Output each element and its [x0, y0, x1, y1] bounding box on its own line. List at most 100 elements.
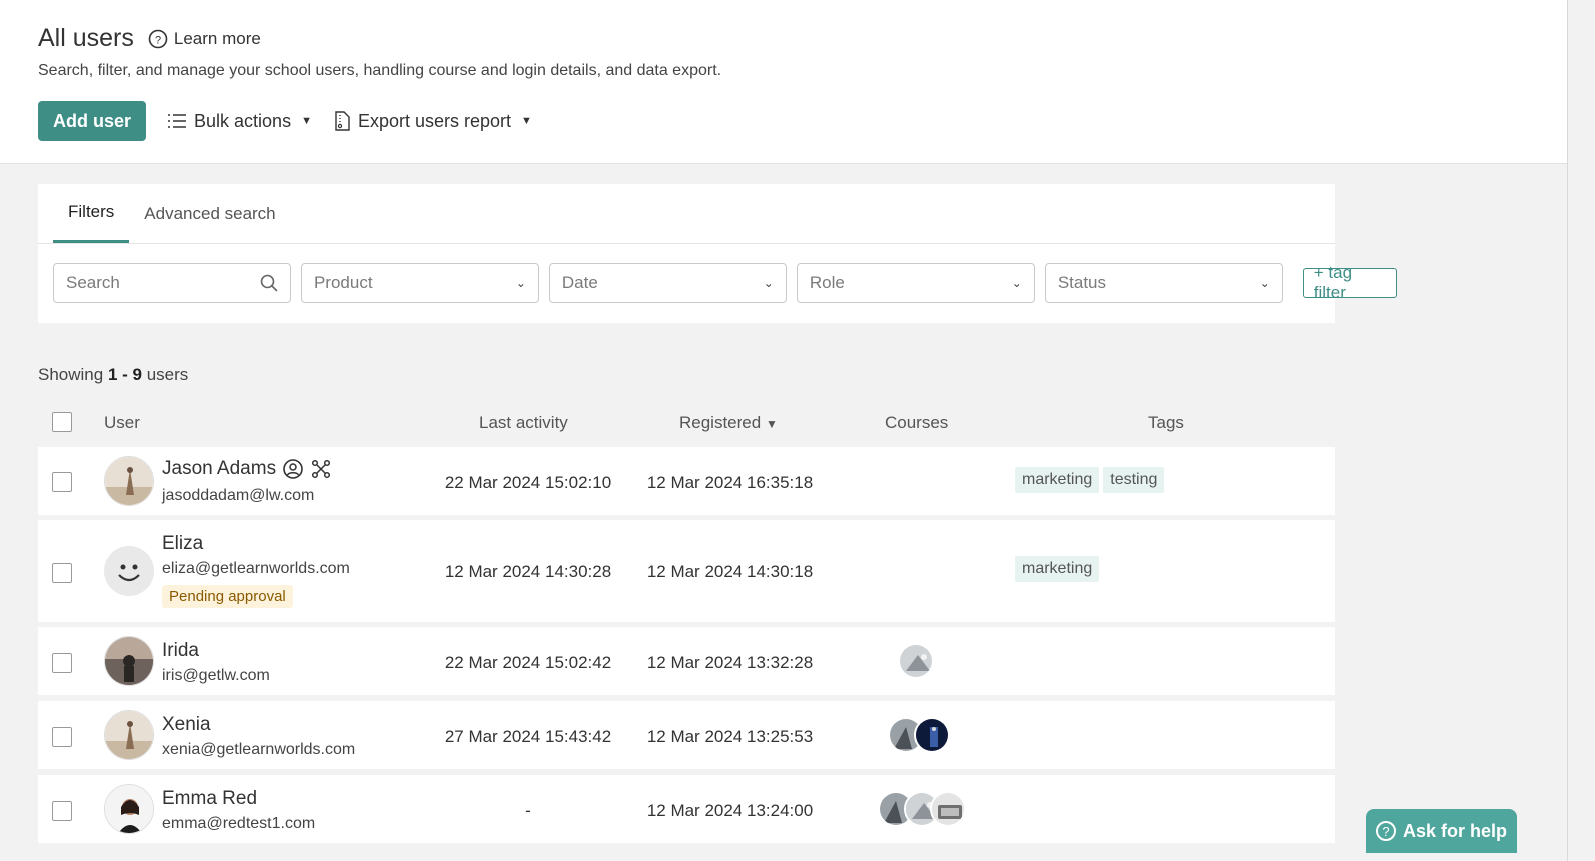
course-list — [888, 717, 950, 753]
chevron-down-icon: ⌄ — [515, 276, 526, 290]
status-badge: Pending approval — [162, 585, 293, 608]
bulk-actions-dropdown[interactable]: Bulk actions ▼ — [168, 111, 312, 132]
search-field — [53, 263, 291, 303]
product-select[interactable]: Product ⌄ — [300, 263, 539, 303]
help-circle-icon: ? — [148, 29, 168, 48]
user-email: emma@redtest1.com — [162, 815, 316, 832]
results-count: Showing 1 - 9 users — [38, 365, 188, 385]
avatar[interactable] — [104, 710, 154, 760]
row-checkbox[interactable] — [52, 801, 72, 821]
table-row[interactable]: Emma Red emma@redtest1.com - 12 Mar 2024… — [38, 775, 1335, 843]
course-thumbnail[interactable] — [898, 643, 934, 679]
row-checkbox[interactable] — [52, 472, 72, 492]
user-email: xenia@getlearnworlds.com — [162, 741, 356, 758]
caret-down-icon: ▼ — [301, 115, 312, 127]
table-row[interactable]: Jason Adams jasoddadam@lw.com 22 Mar 202… — [38, 447, 1335, 515]
bulk-actions-label: Bulk actions — [194, 110, 292, 131]
affiliate-icon — [312, 459, 331, 479]
column-tags: Tags — [1148, 413, 1184, 432]
user-name[interactable]: Irida — [162, 640, 199, 662]
learn-more-label: Learn more — [173, 28, 261, 48]
row-checkbox[interactable] — [52, 653, 72, 673]
registered-date: 12 Mar 2024 13:24:00 — [646, 801, 814, 820]
svg-text:?: ? — [155, 34, 161, 46]
table-row[interactable]: Xenia xenia@getlearnworlds.com 27 Mar 20… — [38, 701, 1335, 769]
column-registered[interactable]: Registered ▼ — [679, 413, 778, 433]
product-select-label: Product — [313, 273, 373, 292]
registered-date: 12 Mar 2024 13:25:53 — [646, 727, 814, 746]
date-select-label: Date — [561, 273, 598, 292]
course-list — [878, 791, 966, 827]
tag-list: marketing testing — [1015, 467, 1168, 493]
user-name[interactable]: Jason Adams — [162, 458, 332, 480]
add-user-button[interactable]: Add user — [38, 101, 147, 141]
caret-down-icon: ▼ — [521, 115, 532, 127]
column-courses: Courses — [885, 413, 949, 432]
filter-panel: Filters Advanced search Product ⌄ Date ⌄… — [38, 184, 1398, 323]
user-email: jasoddadam@lw.com — [162, 487, 315, 504]
chevron-down-icon: ⌄ — [763, 276, 774, 290]
search-input[interactable] — [66, 273, 256, 293]
user-name-text: Jason Adams — [162, 458, 277, 479]
last-activity: 27 Mar 2024 15:43:42 — [444, 727, 612, 746]
user-email: iris@getlw.com — [162, 667, 270, 684]
column-user: User — [104, 413, 140, 432]
learn-more-link[interactable]: ? Learn more — [148, 29, 261, 49]
row-checkbox[interactable] — [52, 563, 72, 583]
page-title: All users — [38, 24, 134, 52]
help-icon: ? — [1375, 821, 1396, 841]
table-header: User Last activity Registered ▼ Courses … — [38, 403, 1335, 443]
user-name[interactable]: Eliza — [162, 533, 203, 555]
course-thumbnail[interactable] — [914, 717, 950, 753]
course-list — [898, 643, 934, 679]
page-subtitle: Search, filter, and manage your school u… — [38, 62, 722, 79]
ask-for-help-label: Ask for help — [1402, 820, 1508, 841]
results-count-range: 1 - 9 — [107, 365, 142, 384]
tab-filters[interactable]: Filters — [53, 184, 130, 243]
role-select[interactable]: Role ⌄ — [796, 263, 1035, 303]
export-users-report-dropdown[interactable]: Export users report ▼ — [334, 111, 532, 132]
admin-icon — [283, 459, 303, 479]
divider — [38, 243, 1335, 244]
page-header: All users ? Learn more Search, filter, a… — [0, 0, 1568, 164]
last-activity: 22 Mar 2024 15:02:42 — [444, 653, 612, 672]
file-export-icon — [334, 111, 350, 131]
row-checkbox[interactable] — [52, 727, 72, 747]
user-name[interactable]: Xenia — [162, 714, 211, 736]
list-icon — [168, 113, 187, 129]
registered-date: 12 Mar 2024 16:35:18 — [646, 473, 814, 492]
export-users-report-label: Export users report — [357, 110, 512, 131]
tab-advanced-search[interactable]: Advanced search — [129, 184, 290, 243]
select-all-checkbox[interactable] — [52, 412, 72, 432]
last-activity: 22 Mar 2024 15:02:10 — [444, 473, 612, 492]
avatar[interactable] — [104, 636, 154, 686]
filter-tabs: Filters Advanced search — [53, 184, 291, 243]
tag-list: marketing — [1015, 556, 1103, 582]
ask-for-help-button[interactable]: ? Ask for help — [1366, 809, 1517, 853]
avatar[interactable] — [104, 546, 154, 596]
tag-badge: marketing — [1015, 467, 1100, 493]
results-count-prefix: Showing — [38, 365, 104, 384]
column-last-activity[interactable]: Last activity — [479, 413, 568, 433]
registered-date: 12 Mar 2024 13:32:28 — [646, 653, 814, 672]
table-row[interactable]: Irida iris@getlw.com 22 Mar 2024 15:02:4… — [38, 627, 1335, 695]
add-tag-filter-button[interactable]: + tag filter — [1302, 263, 1398, 302]
search-icon — [260, 274, 278, 292]
avatar[interactable] — [104, 456, 154, 506]
status-select-label: Status — [1057, 273, 1107, 292]
results-count-suffix: users — [146, 365, 189, 384]
column-registered-label: Registered — [679, 413, 762, 432]
avatar[interactable] — [104, 784, 154, 834]
scrollbar-edge — [1567, 0, 1568, 861]
role-select-label: Role — [809, 273, 845, 292]
status-select[interactable]: Status ⌄ — [1044, 263, 1283, 303]
table-row[interactable]: Eliza eliza@getlearnworlds.com Pending a… — [38, 520, 1335, 622]
user-email: eliza@getlearnworlds.com — [162, 560, 350, 577]
date-select[interactable]: Date ⌄ — [548, 263, 787, 303]
chevron-down-icon: ⌄ — [1259, 276, 1270, 290]
user-name[interactable]: Emma Red — [162, 788, 257, 810]
course-thumbnail[interactable] — [930, 791, 966, 827]
tag-badge: testing — [1103, 467, 1165, 493]
registered-date: 12 Mar 2024 14:30:18 — [646, 562, 814, 581]
last-activity: - — [525, 801, 531, 820]
